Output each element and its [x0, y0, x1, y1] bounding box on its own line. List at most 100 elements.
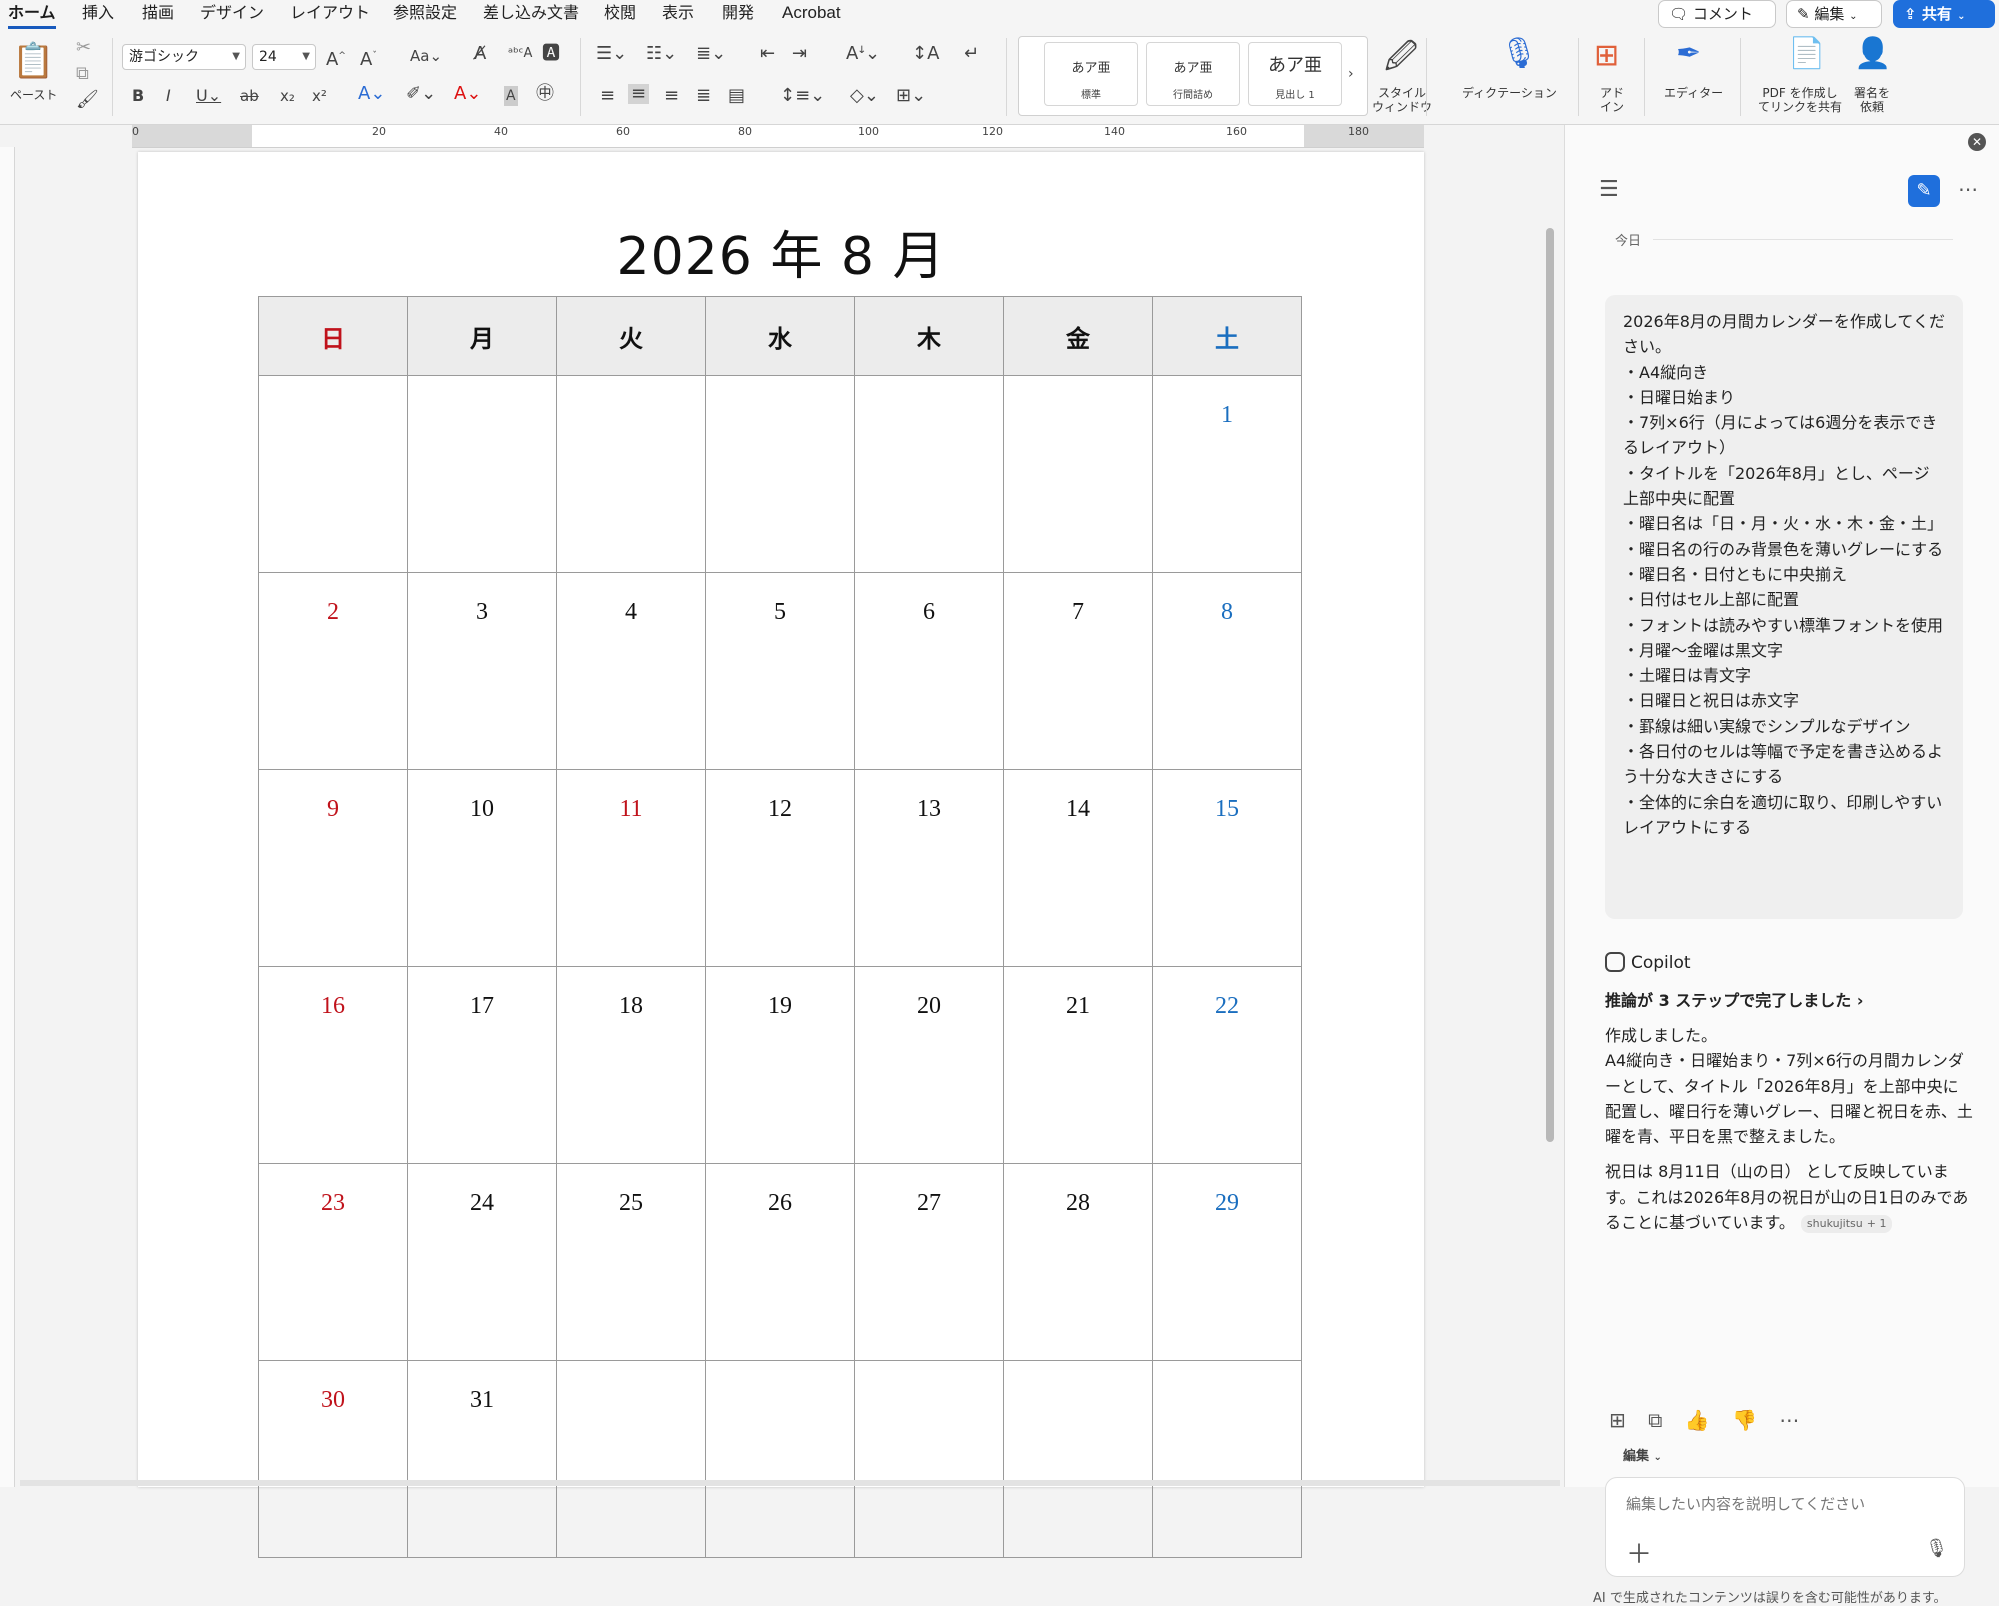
tab-design[interactable]: デザイン — [200, 2, 264, 26]
tab-review[interactable]: 校閲 — [604, 2, 636, 26]
calendar-day-cell[interactable] — [258, 375, 408, 573]
tab-mailings[interactable]: 差し込み文書 — [483, 2, 579, 26]
tab-acrobat[interactable]: Acrobat — [782, 2, 841, 26]
font-color-icon[interactable]: A⌄ — [454, 84, 481, 104]
text-effects-icon[interactable]: A⌄ — [358, 84, 385, 104]
calendar-day-cell[interactable]: 16 — [258, 966, 408, 1164]
editor-icon[interactable]: ✒ — [1676, 36, 1701, 72]
calendar-day-cell[interactable]: 2 — [258, 572, 408, 770]
calendar-day-cell[interactable] — [1152, 1360, 1302, 1558]
calendar-day-cell[interactable]: 30 — [258, 1360, 408, 1558]
tab-developer[interactable]: 開発 — [722, 2, 754, 26]
close-icon[interactable]: ✕ — [1968, 133, 1986, 151]
strikethrough-icon[interactable]: ab — [240, 86, 259, 106]
italic-icon[interactable]: I — [166, 86, 171, 106]
calendar-day-cell[interactable]: 10 — [407, 769, 557, 967]
calendar-day-cell[interactable]: 11 — [556, 769, 706, 967]
style-normal[interactable]: あア亜 標準 — [1044, 42, 1138, 106]
calendar-day-cell[interactable]: 9 — [258, 769, 408, 967]
calendar-day-cell[interactable]: 4 — [556, 572, 706, 770]
calendar-day-cell[interactable]: 13 — [854, 769, 1004, 967]
microphone-icon[interactable]: 🎙 — [1500, 36, 1538, 72]
calendar-day-cell[interactable]: 26 — [705, 1163, 855, 1361]
style-window-icon[interactable]: 🖉 — [1384, 38, 1418, 74]
tab-draw[interactable]: 描画 — [142, 2, 174, 26]
multilevel-list-icon[interactable]: ≣⌄ — [696, 44, 726, 64]
character-shading-icon[interactable]: A — [504, 86, 518, 106]
tab-home[interactable]: ホーム — [8, 2, 56, 29]
edit-mode-button[interactable]: ✎ 編集 ⌄ — [1786, 0, 1882, 28]
calendar-day-cell[interactable]: 22 — [1152, 966, 1302, 1164]
align-center-icon[interactable]: ≡ — [628, 84, 650, 104]
calendar-day-cell[interactable]: 29 — [1152, 1163, 1302, 1361]
calendar-day-cell[interactable] — [854, 1360, 1004, 1558]
distributed-icon[interactable]: ▤ — [728, 86, 745, 106]
calendar-day-cell[interactable]: 25 — [556, 1163, 706, 1361]
line-spacing-icon[interactable]: ↕≡⌄ — [780, 86, 825, 106]
document-page[interactable]: 2026 年 8 月 日月火水木金土 1 2 3 4 5 6 7 8 9 10 11 12 13 14 15… — [138, 152, 1424, 1558]
calendar-day-cell[interactable]: 23 — [258, 1163, 408, 1361]
calendar-day-cell[interactable]: 31 — [407, 1360, 557, 1558]
font-name-select[interactable]: 游ゴシック ▼ — [122, 44, 246, 70]
sort-icon[interactable]: ↕A — [912, 44, 939, 64]
calendar-day-cell[interactable]: 21 — [1003, 966, 1153, 1164]
grow-font-icon[interactable]: A^ — [326, 46, 346, 70]
style-heading-1[interactable]: あア亜 見出し 1 — [1248, 42, 1342, 106]
thumbs-down-icon[interactable]: 👎 — [1732, 1408, 1757, 1432]
calendar-day-cell[interactable]: 19 — [705, 966, 855, 1164]
align-right-icon[interactable]: ≡ — [664, 86, 679, 106]
increase-indent-icon[interactable]: ⇥ — [792, 44, 807, 64]
calendar-day-cell[interactable]: 15 — [1152, 769, 1302, 967]
cut-icon[interactable]: ✂ — [76, 38, 91, 58]
justify-icon[interactable]: ≣ — [696, 86, 711, 106]
bullets-icon[interactable]: ☰⌄ — [596, 44, 627, 64]
calendar-day-cell[interactable] — [407, 375, 557, 573]
calendar-day-cell[interactable]: 18 — [556, 966, 706, 1164]
highlight-icon[interactable]: ✐⌄ — [406, 84, 436, 104]
clear-format-icon[interactable]: A̸ — [474, 44, 486, 64]
more-options-icon[interactable]: ⋯ — [1958, 177, 1978, 201]
pdf-share-icon[interactable]: 📄 — [1788, 36, 1825, 72]
text-direction-icon[interactable]: Aꜜ⌄ — [846, 44, 880, 64]
menu-icon[interactable]: ☰ — [1599, 177, 1619, 202]
calendar-table[interactable]: 日月火水木金土 1 2 3 4 5 6 7 8 9 10 11 12 13 14 15 16 17 18 19 20 2… — [258, 296, 1302, 1558]
shading-icon[interactable]: ◇⌄ — [850, 86, 879, 106]
style-no-spacing[interactable]: あア亜 行間詰め — [1146, 42, 1240, 106]
phonetic-guide-icon[interactable]: ᵃᵇᶜA — [508, 44, 532, 64]
calendar-day-cell[interactable]: 24 — [407, 1163, 557, 1361]
calendar-day-cell[interactable]: 14 — [1003, 769, 1153, 967]
mode-select[interactable]: 編集 ⌄ — [1623, 1445, 1662, 1464]
format-painter-icon[interactable]: 🖌 — [76, 90, 99, 110]
calendar-day-cell[interactable]: 12 — [705, 769, 855, 967]
copy-icon[interactable]: ⧉ — [76, 64, 89, 84]
chevron-right-icon[interactable]: › — [1348, 64, 1354, 84]
plus-icon[interactable]: ＋ — [1626, 1534, 1652, 1571]
show-marks-icon[interactable]: ↵ — [964, 44, 979, 64]
bold-icon[interactable]: B — [132, 86, 144, 106]
addins-icon[interactable]: ⊞ — [1594, 38, 1619, 74]
reasoning-toggle[interactable]: 推論が 3 ステップで完了しました › — [1605, 987, 1863, 1011]
calendar-day-cell[interactable]: 17 — [407, 966, 557, 1164]
calendar-day-cell[interactable] — [705, 1360, 855, 1558]
calendar-day-cell[interactable] — [854, 375, 1004, 573]
copy-icon[interactable]: ⧉ — [1648, 1408, 1662, 1432]
enclosed-character-icon[interactable]: ㊥ — [536, 84, 554, 104]
calendar-day-cell[interactable]: 5 — [705, 572, 855, 770]
tab-insert[interactable]: 挿入 — [82, 2, 114, 26]
align-left-icon[interactable]: ≡ — [600, 86, 615, 106]
paste-icon[interactable]: 📋 — [12, 42, 54, 80]
shrink-font-icon[interactable]: Aˇ — [360, 46, 377, 70]
calendar-day-cell[interactable] — [705, 375, 855, 573]
underline-icon[interactable]: U⌄ — [196, 86, 221, 106]
calendar-day-cell[interactable]: 27 — [854, 1163, 1004, 1361]
prompt-input[interactable] — [1624, 1490, 1948, 1518]
insert-icon[interactable]: ⊞ — [1609, 1408, 1626, 1432]
request-signature-icon[interactable]: 👤 — [1854, 36, 1891, 72]
thumbs-up-icon[interactable]: 👍 — [1685, 1408, 1710, 1432]
calendar-day-cell[interactable]: 20 — [854, 966, 1004, 1164]
character-border-icon[interactable]: 🅰 — [542, 44, 560, 64]
numbering-icon[interactable]: ☷⌄ — [646, 44, 677, 64]
calendar-day-cell[interactable]: 3 — [407, 572, 557, 770]
new-chat-icon[interactable]: ✎ — [1908, 175, 1940, 207]
calendar-day-cell[interactable] — [1003, 375, 1153, 573]
